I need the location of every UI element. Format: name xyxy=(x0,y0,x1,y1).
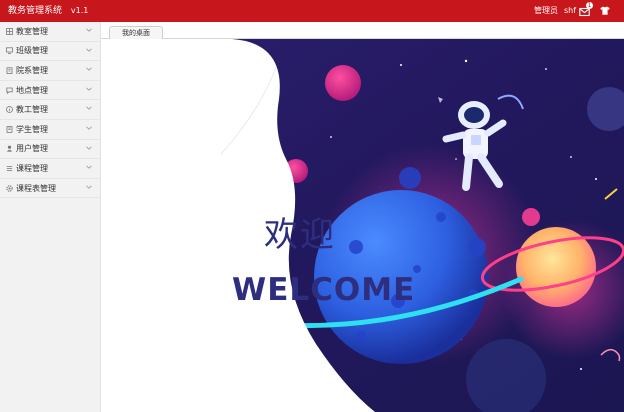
sidebar-item-classroom[interactable]: 教室管理 xyxy=(0,22,100,42)
list-icon xyxy=(6,166,13,171)
sidebar-item-label: 院系管理 xyxy=(16,65,48,75)
grid-icon xyxy=(6,27,13,35)
app-brand: 教务管理系统 v1.1 xyxy=(8,5,88,17)
info-icon xyxy=(6,106,13,114)
space-illustration xyxy=(101,39,624,412)
sidebar-item-label: 教工管理 xyxy=(16,105,48,115)
chevron-down-icon xyxy=(86,126,92,130)
sidebar-item-label: 课程表管理 xyxy=(16,183,56,193)
sidebar-item-schedule[interactable]: 课程表管理 xyxy=(0,179,100,199)
sidebar-item-label: 教室管理 xyxy=(16,26,48,36)
user-info[interactable]: 管理员 shf xyxy=(534,5,582,17)
chevron-down-icon xyxy=(86,146,92,150)
sidebar-item-student[interactable]: 学生管理 xyxy=(0,120,100,140)
sidebar-item-label: 课程管理 xyxy=(16,163,48,173)
sidebar-item-class[interactable]: 班级管理 xyxy=(0,42,100,62)
chevron-down-icon xyxy=(86,67,92,71)
chevron-down-icon xyxy=(86,87,92,91)
monitor-icon xyxy=(6,47,13,55)
sidebar-item-location[interactable]: 地点管理 xyxy=(0,81,100,101)
chevron-down-icon xyxy=(86,48,92,52)
tiny-planet xyxy=(522,208,540,226)
chevron-down-icon xyxy=(86,106,92,111)
chat-icon xyxy=(6,87,13,94)
user-name[interactable]: shf xyxy=(564,6,576,15)
user-icon xyxy=(6,145,13,152)
sidebar-item-user[interactable]: 用户管理 xyxy=(0,140,100,160)
gear-icon xyxy=(6,184,13,192)
sidebar-item-label: 用户管理 xyxy=(16,144,48,154)
welcome-title-cn: 欢迎 xyxy=(264,215,336,255)
top-header: 教务管理系统 v1.1 管理员 shf 1 xyxy=(0,0,624,22)
small-pink-planet xyxy=(325,65,361,101)
chevron-down-icon xyxy=(86,185,92,189)
sidebar-item-course[interactable]: 课程管理 xyxy=(0,159,100,179)
sidebar-item-department[interactable]: 院系管理 xyxy=(0,61,100,81)
user-role: 管理员 xyxy=(534,6,558,15)
sidebar-item-staff[interactable]: 教工管理 xyxy=(0,100,100,120)
chevron-down-icon xyxy=(86,165,92,169)
sidebar-item-label: 地点管理 xyxy=(16,85,48,95)
app-version: v1.1 xyxy=(70,6,89,15)
tab-my-desktop[interactable]: 我的桌面 xyxy=(109,26,163,39)
sidebar-item-label: 班级管理 xyxy=(16,46,48,56)
app-title: 教务管理系统 xyxy=(8,6,63,16)
chevron-down-icon xyxy=(86,28,92,32)
sidebar: 教室管理 班级管理 院系管理 地点管理 教工管理 学生管理 用户管理 课程管理 xyxy=(0,22,101,412)
book-icon xyxy=(6,125,13,133)
notification-badge: 1 xyxy=(586,2,593,9)
building-icon xyxy=(6,67,13,74)
theme-shirt-icon[interactable] xyxy=(600,6,610,15)
sidebar-item-label: 学生管理 xyxy=(16,124,48,134)
welcome-panel: 欢迎 WELCOME xyxy=(101,39,624,412)
tab-bar: 我的桌面 xyxy=(101,22,624,39)
welcome-title-en: WELCOME xyxy=(232,272,416,308)
